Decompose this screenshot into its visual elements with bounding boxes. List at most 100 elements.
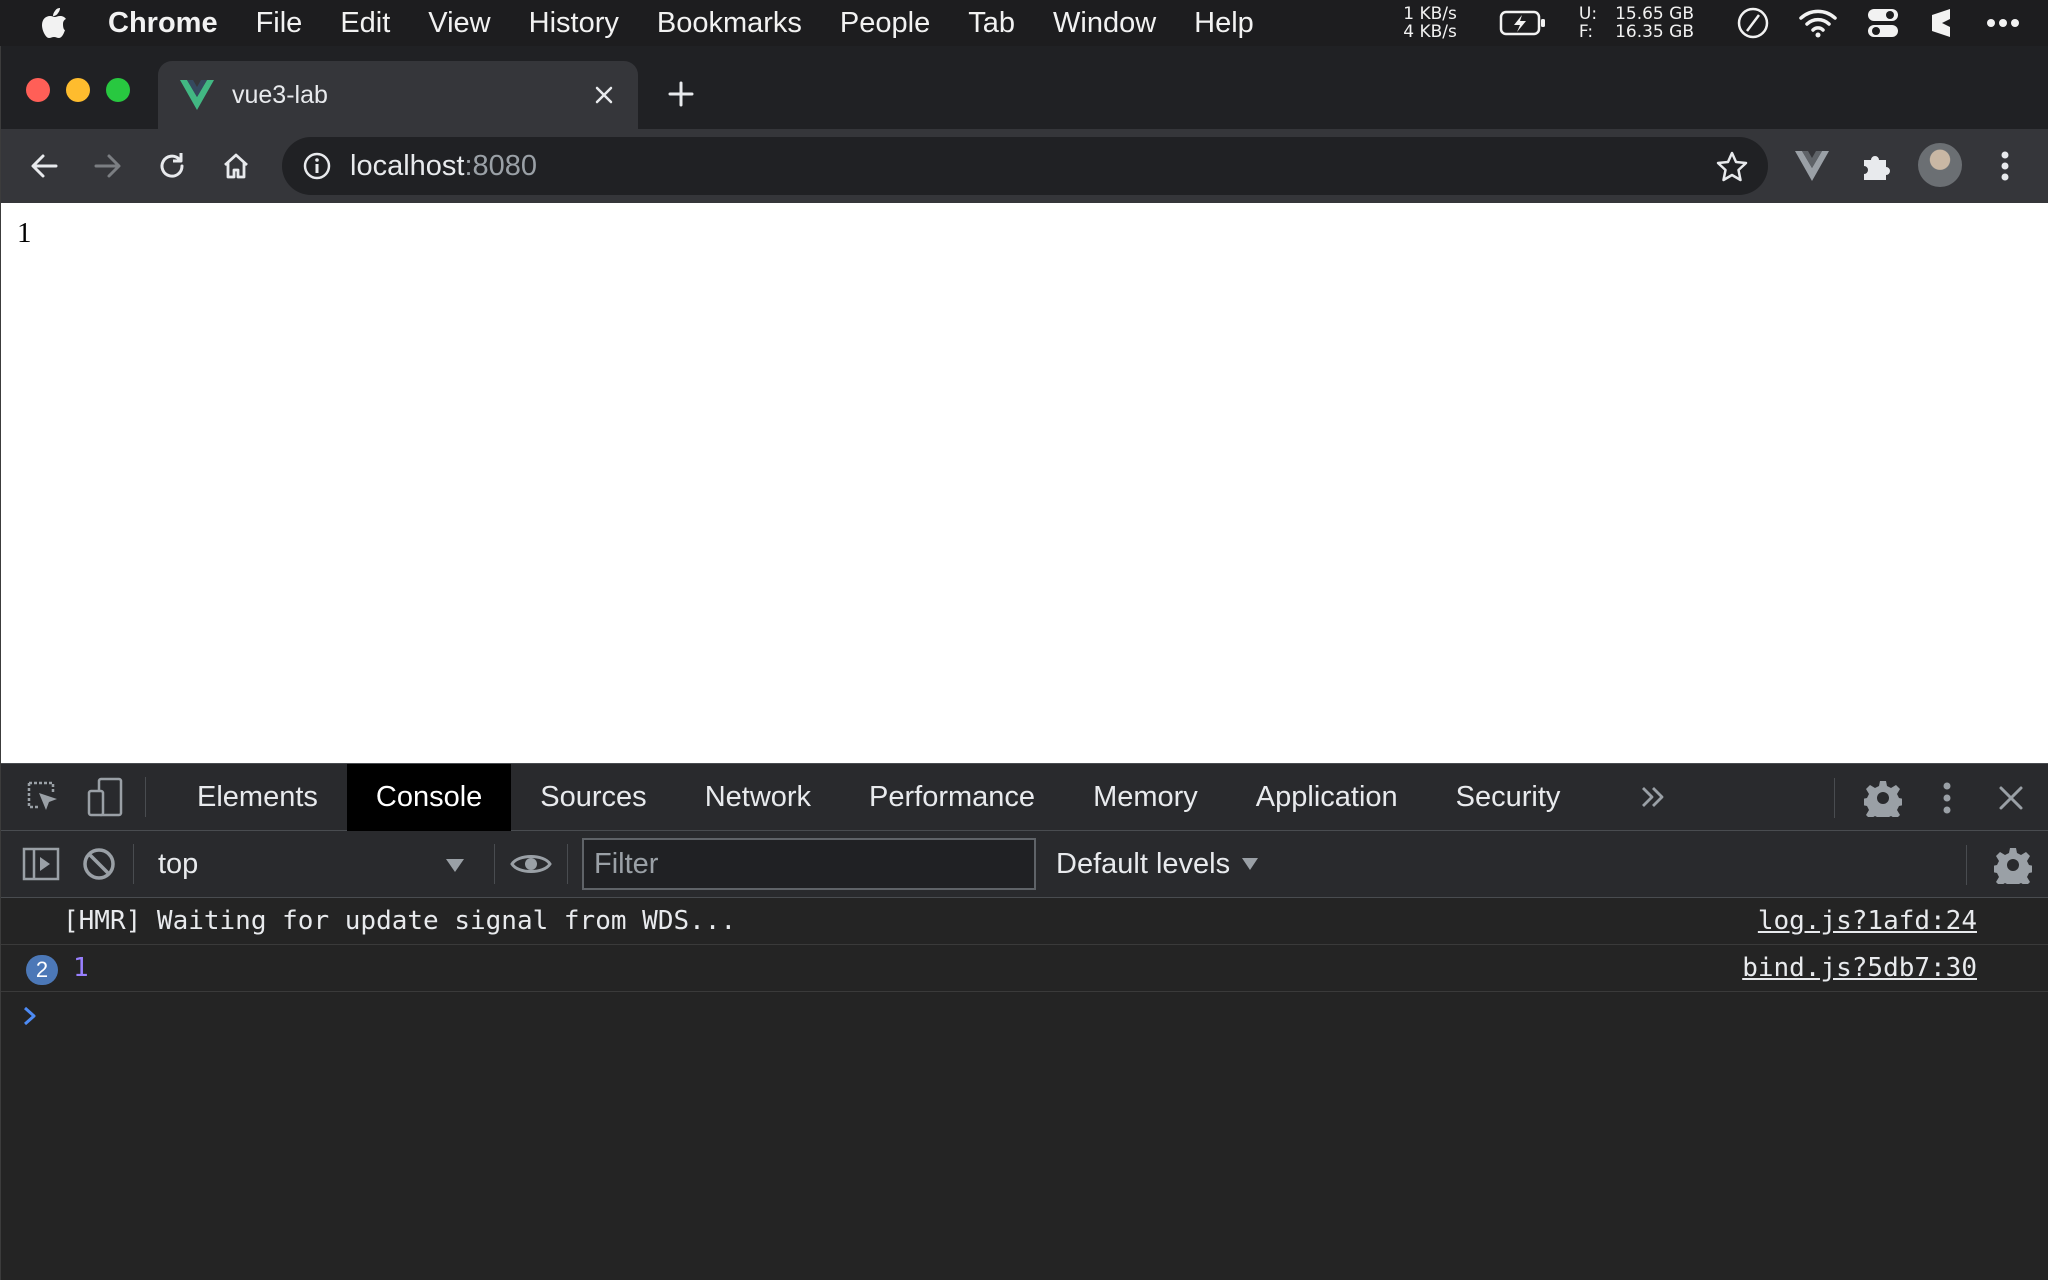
menu-edit[interactable]: Edit: [321, 0, 409, 46]
url-port: :8080: [464, 149, 538, 182]
javascript-context-select[interactable]: top: [144, 839, 484, 889]
tab-application[interactable]: Application: [1227, 764, 1427, 831]
tab-memory[interactable]: Memory: [1064, 764, 1227, 831]
log-message: 1: [73, 953, 89, 983]
dropdown-caret-icon: [446, 859, 464, 872]
prompt-chevron-icon: [24, 1006, 36, 1025]
context-value: top: [158, 847, 199, 880]
menu-help[interactable]: Help: [1175, 0, 1273, 46]
page-viewport: 1: [1, 203, 2048, 763]
device-toolbar-icon[interactable]: [79, 771, 131, 823]
log-source-link[interactable]: log.js?1afd:24: [1758, 906, 1977, 936]
log-levels-label: Default levels: [1056, 847, 1231, 880]
toolbar-divider: [145, 777, 146, 817]
toolbar-divider: [1966, 844, 1967, 885]
console-prompt[interactable]: [1, 992, 2048, 1039]
console-output: [HMR] Waiting for update signal from WDS…: [1, 898, 2048, 1280]
tab-security[interactable]: Security: [1427, 764, 1590, 831]
menu-tab[interactable]: Tab: [949, 0, 1034, 46]
inspect-element-icon[interactable]: [17, 771, 69, 823]
site-info-icon[interactable]: [302, 151, 332, 181]
url-text: localhost:8080: [350, 150, 537, 183]
toolbar-divider: [1834, 777, 1835, 818]
extensions-puzzle-icon[interactable]: [1856, 146, 1896, 186]
mem-free-label: F:: [1578, 22, 1594, 42]
net-down-speed: 4 KB/s: [1403, 22, 1457, 42]
window-close-button[interactable]: [26, 78, 50, 102]
vue-favicon-icon: [180, 80, 214, 110]
tab-close-icon[interactable]: [584, 75, 624, 115]
tab-console[interactable]: Console: [346, 763, 512, 831]
more-menu-extras-icon[interactable]: [1986, 18, 2020, 28]
tab-performance[interactable]: Performance: [840, 764, 1064, 831]
browser-tab[interactable]: vue3-lab: [158, 61, 638, 129]
mem-free-value: 16.35 GB: [1615, 22, 1694, 42]
do-not-disturb-icon[interactable]: [1736, 6, 1770, 40]
memory-usage[interactable]: U: 15.65 GB F: 16.35 GB: [1579, 5, 1694, 41]
console-log-row: [HMR] Waiting for update signal from WDS…: [1, 898, 2048, 945]
menu-file[interactable]: File: [237, 0, 322, 46]
profile-avatar[interactable]: [1918, 143, 1962, 187]
forward-arrow-icon[interactable]: [85, 143, 131, 189]
new-tab-plus-icon[interactable]: [661, 74, 701, 114]
browser-window: vue3-lab localhost:8080 1 Elements Conso…: [0, 46, 2048, 1280]
back-arrow-icon[interactable]: [21, 143, 67, 189]
devtools-panel: Elements Console Sources Network Perform…: [1, 763, 2048, 1280]
console-right-actions: [1952, 831, 2048, 898]
mem-used-value: 15.65 GB: [1615, 4, 1694, 24]
filter-placeholder: Filter: [594, 847, 659, 880]
log-levels-dropdown[interactable]: Default levels: [1056, 847, 1259, 881]
console-log-row: 2 1 bind.js?5db7:30: [1, 945, 2048, 992]
reload-icon[interactable]: [149, 143, 195, 189]
tab-elements[interactable]: Elements: [168, 764, 347, 831]
tab-strip: vue3-lab: [1, 46, 2048, 129]
mem-used-label: U:: [1578, 4, 1598, 24]
tab-title: vue3-lab: [232, 80, 328, 109]
address-bar[interactable]: localhost:8080: [282, 137, 1768, 195]
vue-devtools-extension-icon[interactable]: [1792, 146, 1832, 186]
toolbar-divider: [494, 844, 495, 884]
control-center-icon[interactable]: [1866, 7, 1900, 39]
show-sidebar-icon[interactable]: [15, 838, 67, 890]
net-up-speed: 1 KB/s: [1403, 4, 1457, 24]
toolbar-divider: [567, 844, 568, 884]
menu-bookmarks[interactable]: Bookmarks: [638, 0, 821, 46]
wifi-icon[interactable]: [1798, 8, 1838, 38]
menubar-status-area: 1 KB/s 4 KB/s U: 15.65 GB F: 16.35 GB: [1403, 0, 2048, 46]
menu-app-name[interactable]: Chrome: [108, 0, 237, 46]
devtools-tab-bar: Elements Console Sources Network Perform…: [1, 763, 2048, 831]
console-toolbar: top Filter Default levels: [1, 831, 2048, 898]
log-source-link[interactable]: bind.js?5db7:30: [1742, 953, 1977, 983]
repeat-count-badge: 2: [26, 955, 58, 985]
menu-history[interactable]: History: [510, 0, 638, 46]
devtools-right-actions: [1820, 764, 2048, 831]
devtools-settings-gear-icon[interactable]: [1857, 772, 1909, 824]
kite-app-icon[interactable]: [1928, 7, 1958, 39]
battery-charging-icon[interactable]: [1499, 10, 1547, 36]
more-tabs-chevron-icon[interactable]: [1627, 771, 1679, 823]
browser-toolbar: localhost:8080: [1, 129, 2048, 203]
window-minimize-button[interactable]: [66, 78, 90, 102]
network-speed[interactable]: 1 KB/s 4 KB/s: [1403, 5, 1457, 41]
console-filter-input[interactable]: Filter: [582, 838, 1036, 890]
toolbar-divider: [133, 844, 134, 884]
bookmark-star-icon[interactable]: [1716, 150, 1748, 182]
devtools-close-icon[interactable]: [1985, 772, 2037, 824]
chrome-menu-kebab-icon[interactable]: [1985, 146, 2025, 186]
apple-menu-icon[interactable]: [0, 0, 108, 46]
devtools-kebab-menu-icon[interactable]: [1921, 772, 1973, 824]
live-expression-eye-icon[interactable]: [505, 838, 557, 890]
menu-view[interactable]: View: [409, 0, 509, 46]
macos-menu-bar: Chrome File Edit View History Bookmarks …: [0, 0, 2048, 46]
menu-window[interactable]: Window: [1034, 0, 1175, 46]
window-zoom-button[interactable]: [106, 78, 130, 102]
console-settings-gear-icon[interactable]: [1987, 839, 2039, 891]
tab-network[interactable]: Network: [676, 764, 840, 831]
clear-console-icon[interactable]: [73, 838, 125, 890]
dropdown-caret-icon: [1242, 858, 1259, 870]
log-message: [HMR] Waiting for update signal from WDS…: [63, 906, 737, 936]
menu-people[interactable]: People: [821, 0, 949, 46]
url-host: localhost: [350, 149, 465, 182]
home-icon[interactable]: [213, 143, 259, 189]
tab-sources[interactable]: Sources: [511, 764, 675, 831]
